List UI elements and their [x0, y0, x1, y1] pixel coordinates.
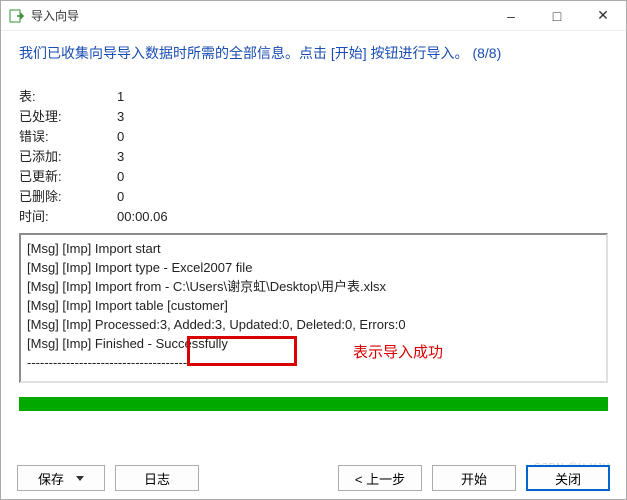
save-button-label: 保存: [38, 469, 64, 488]
window-controls: – □ ✕: [488, 1, 626, 31]
stat-label: 已添加:: [19, 147, 117, 167]
stat-value: 0: [117, 167, 124, 187]
stat-row-time: 时间: 00:00.06: [19, 207, 608, 227]
content-area: 我们已收集向导导入数据时所需的全部信息。点击 [开始] 按钮进行导入。 (8/8…: [1, 31, 626, 383]
button-row: 保存 日志 < 上一步 开始 关闭: [17, 465, 610, 491]
import-wizard-icon: [9, 8, 25, 24]
minimize-button[interactable]: –: [488, 1, 534, 31]
log-line: [Msg] [Imp] Import table [customer]: [27, 296, 600, 315]
stat-value: 3: [117, 107, 124, 127]
stat-value: 3: [117, 147, 124, 167]
stat-row-errors: 错误: 0: [19, 127, 608, 147]
log-line: [Msg] [Imp] Import from - C:\Users\谢京虹\D…: [27, 277, 600, 296]
stat-label: 已删除:: [19, 187, 117, 207]
stat-label: 时间:: [19, 207, 117, 227]
stat-value: 00:00.06: [117, 207, 168, 227]
back-button[interactable]: < 上一步: [338, 465, 422, 491]
log-line: [Msg] [Imp] Import start: [27, 239, 600, 258]
log-line: ----------------------------------------…: [27, 353, 600, 372]
headline-text: 我们已收集向导导入数据时所需的全部信息。点击 [开始] 按钮进行导入。 (8/8…: [19, 43, 608, 63]
stat-row-updated: 已更新: 0: [19, 167, 608, 187]
progress-bar: [19, 397, 608, 411]
log-textarea[interactable]: [Msg] [Imp] Import start [Msg] [Imp] Imp…: [19, 233, 608, 383]
maximize-button[interactable]: □: [534, 1, 580, 31]
close-button[interactable]: 关闭: [526, 465, 610, 491]
window-title: 导入向导: [31, 7, 488, 24]
stat-label: 错误:: [19, 127, 117, 147]
back-button-label: < 上一步: [355, 469, 405, 488]
stat-row-deleted: 已删除: 0: [19, 187, 608, 207]
stat-label: 已处理:: [19, 107, 117, 127]
close-window-button[interactable]: ✕: [580, 1, 626, 31]
stat-value: 0: [117, 187, 124, 207]
title-bar: 导入向导 – □ ✕: [1, 1, 626, 31]
close-button-label: 关闭: [555, 469, 581, 488]
log-line: [Msg] [Imp] Import type - Excel2007 file: [27, 258, 600, 277]
start-button[interactable]: 开始: [432, 465, 516, 491]
log-line: [Msg] [Imp] Processed:3, Added:3, Update…: [27, 315, 600, 334]
start-button-label: 开始: [461, 469, 487, 488]
log-button[interactable]: 日志: [115, 465, 199, 491]
stat-label: 表:: [19, 87, 117, 107]
stats-block: 表: 1 已处理: 3 错误: 0 已添加: 3 已更新: 0 已删除: 0 时…: [19, 87, 608, 227]
stat-row-added: 已添加: 3: [19, 147, 608, 167]
log-button-label: 日志: [144, 469, 170, 488]
log-line: [Msg] [Imp] Finished - Successfully: [27, 334, 600, 353]
save-button[interactable]: 保存: [17, 465, 105, 491]
stat-label: 已更新:: [19, 167, 117, 187]
stat-row-processed: 已处理: 3: [19, 107, 608, 127]
stat-value: 0: [117, 127, 124, 147]
stat-row-tables: 表: 1: [19, 87, 608, 107]
stat-value: 1: [117, 87, 124, 107]
